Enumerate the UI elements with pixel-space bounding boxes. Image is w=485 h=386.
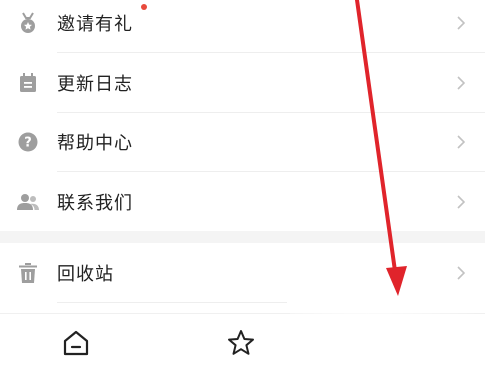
section-separator [0,231,485,243]
chevron-right-icon [455,265,467,281]
chevron-right-icon [455,75,467,91]
home-icon[interactable] [61,328,91,358]
menu-item-changelog[interactable]: 更新日志 [0,53,485,113]
menu-item-invite[interactable]: 邀请有礼 [0,0,485,53]
menu-item-label: 帮助中心 [57,133,133,154]
medal-icon [16,11,40,35]
people-icon [16,190,40,214]
chevron-right-icon [455,15,467,31]
chevron-right-icon [455,134,467,150]
menu-item-label: 回收站 [57,264,114,285]
calendar-icon [16,71,40,95]
help-icon: ? [16,130,40,154]
menu-item-label: 邀请有礼 [57,14,133,35]
bottom-navigation-bar [0,313,485,386]
trash-icon [16,261,40,285]
menu-item-help-center[interactable]: ? 帮助中心 [0,112,485,172]
notification-dot [141,4,147,10]
menu-item-label: 联系我们 [57,193,133,214]
chevron-right-icon [455,194,467,210]
menu-item-label: 更新日志 [57,74,133,95]
menu-item-recycle-bin[interactable]: 回收站 [0,243,485,303]
divider [57,302,287,303]
menu-item-contact-us[interactable]: 联系我们 [0,172,485,232]
star-icon[interactable] [226,328,256,358]
svg-text:?: ? [24,136,32,151]
